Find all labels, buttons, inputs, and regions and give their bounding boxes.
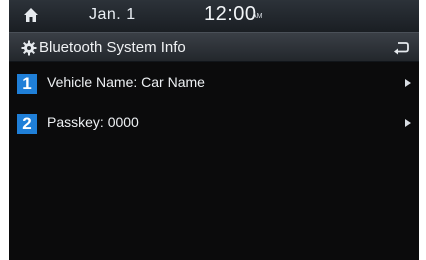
chevron-right-icon [405,119,411,127]
home-icon[interactable] [23,7,39,23]
chevron-right-icon [405,79,411,87]
gear-icon [21,40,37,56]
status-bar: Jan. 1 12:00 AM [9,0,419,32]
date-display: Jan. 1 [89,6,136,23]
time-display: 12:00 [204,3,257,25]
item-number-badge: 2 [17,114,37,134]
ampm-indicator: AM [252,13,263,20]
item-number-badge: 1 [17,74,37,94]
passkey-label: Passkey: 0000 [47,114,139,130]
page-title: Bluetooth System Info [39,39,186,56]
list-item-vehicle-name[interactable]: 1 Vehicle Name: Car Name [9,64,419,102]
list-item-passkey[interactable]: 2 Passkey: 0000 [9,104,419,142]
screen: Jan. 1 12:00 AM Bluetooth System Info 1 … [9,0,419,260]
title-bar: Bluetooth System Info [9,32,419,62]
vehicle-name-label: Vehicle Name: Car Name [47,74,205,90]
back-icon[interactable] [393,41,409,55]
